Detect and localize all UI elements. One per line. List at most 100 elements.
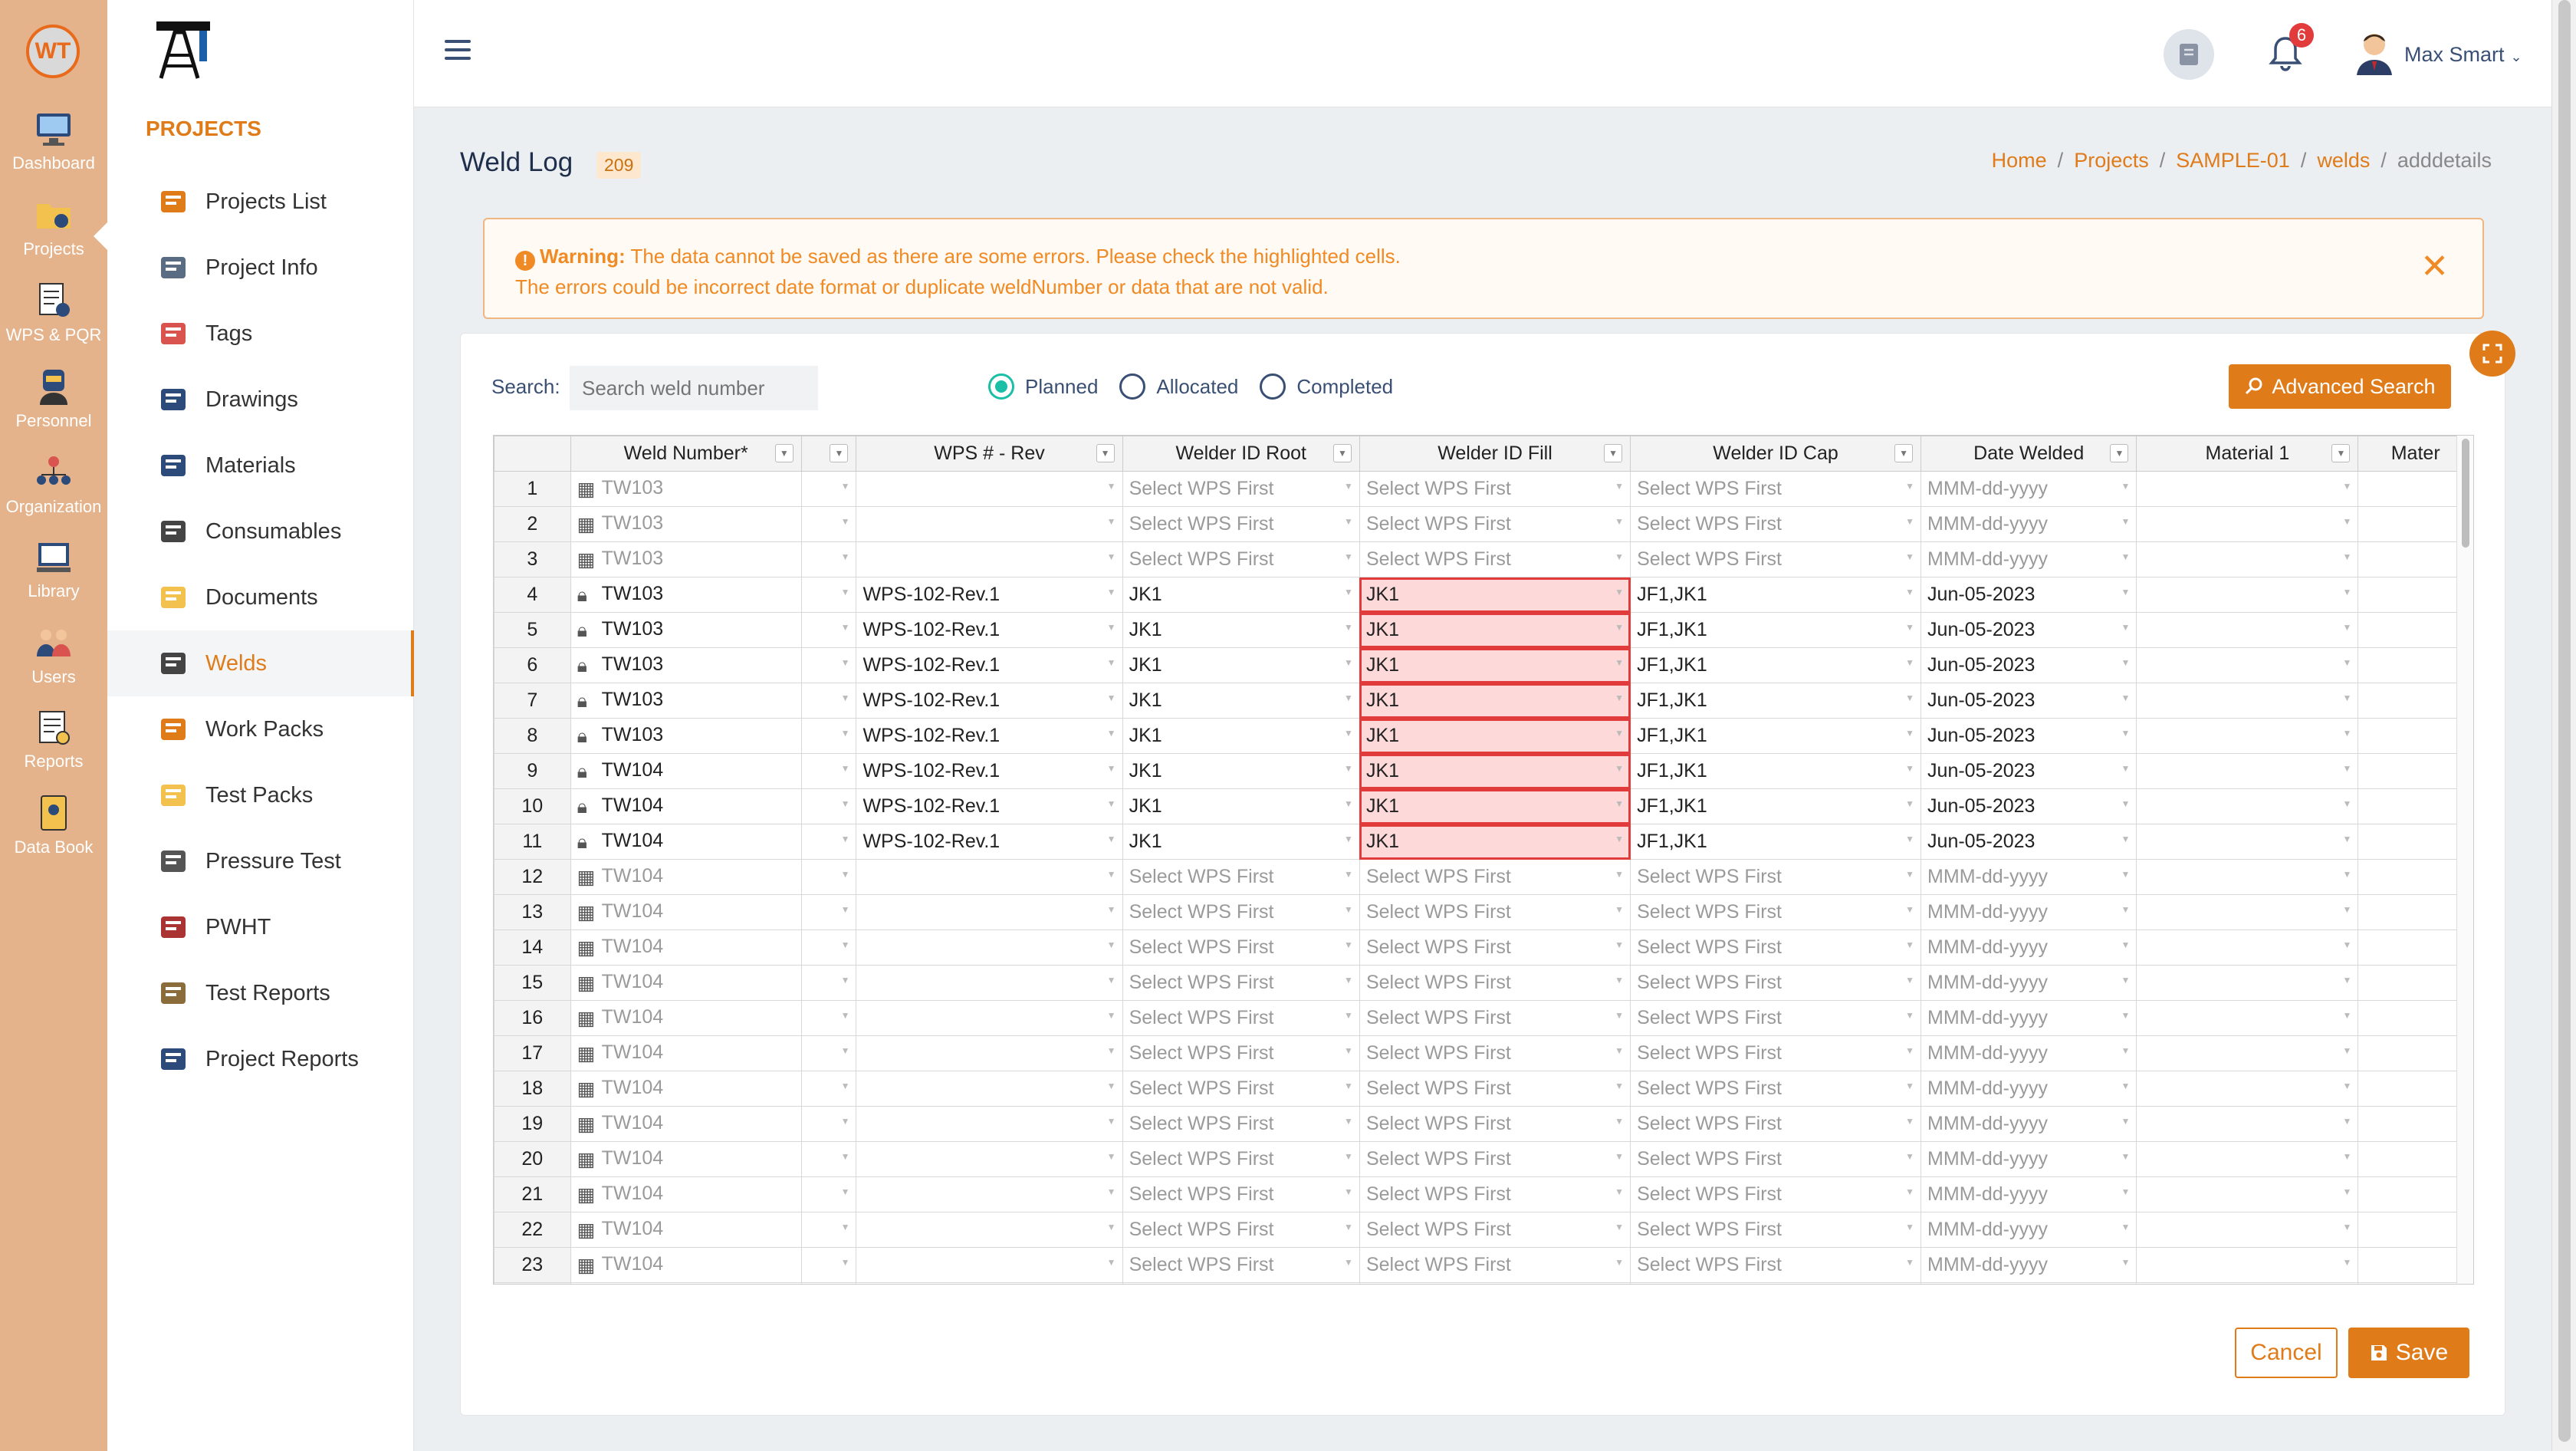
cell-dropdown-icon[interactable]: ▼ — [1615, 798, 1624, 809]
cell-dropdown-icon[interactable]: ▼ — [2121, 728, 2131, 739]
welder-fill-cell[interactable]: JK1 ▼ — [1359, 647, 1631, 683]
weld-number-cell[interactable]: 🔒︎ TW104 — [570, 824, 802, 860]
app-logo[interactable]: WT — [26, 25, 80, 78]
blank-select-cell[interactable]: ▼ — [800, 612, 857, 648]
cell-dropdown-icon[interactable]: ▼ — [1344, 1257, 1353, 1268]
rail-item-projects[interactable]: Projects — [0, 195, 107, 259]
cell-dropdown-icon[interactable]: ▼ — [1107, 693, 1116, 703]
welder-cap-cell[interactable]: Select WPS First ▼ — [1630, 1176, 1922, 1212]
blank-select-cell[interactable]: ▼ — [800, 1106, 857, 1142]
cell-dropdown-icon[interactable]: ▼ — [1344, 1151, 1353, 1162]
blank-select-cell[interactable]: ▼ — [800, 788, 857, 824]
welder-root-cell[interactable]: Select WPS First ▼ — [1122, 1071, 1360, 1107]
cell-dropdown-icon[interactable]: ▼ — [2121, 1010, 2131, 1021]
cell-dropdown-icon[interactable]: ▼ — [1615, 869, 1624, 880]
welder-cap-cell[interactable]: Select WPS First ▼ — [1630, 965, 1922, 1001]
welder-fill-cell[interactable]: Select WPS First ▼ — [1359, 1035, 1631, 1071]
cell-dropdown-icon[interactable]: ▼ — [1344, 904, 1353, 915]
cell-dropdown-icon[interactable]: ▼ — [1905, 834, 1914, 844]
row-number[interactable]: 14 — [494, 929, 571, 966]
fullscreen-icon[interactable] — [2469, 331, 2515, 377]
row-number[interactable]: 5 — [494, 612, 571, 648]
welder-root-cell[interactable]: JK1 ▼ — [1122, 753, 1360, 789]
date-welded-cell[interactable]: MMM-dd-yyyy ▼ — [1921, 929, 2137, 966]
row-number[interactable]: 10 — [494, 788, 571, 824]
sidebar-item-drawings[interactable]: Drawings — [107, 367, 414, 433]
cell-dropdown-icon[interactable]: ▼ — [841, 798, 850, 809]
blank-select-cell[interactable]: ▼ — [800, 965, 857, 1001]
wps-rev-cell[interactable]: WPS-102-Rev.1 ▼ — [856, 577, 1123, 613]
cell-dropdown-icon[interactable]: ▼ — [841, 1257, 850, 1268]
weld-number-cell[interactable]: ▦ TW104 — [570, 1212, 802, 1248]
cell-dropdown-icon[interactable]: ▼ — [841, 1010, 850, 1021]
weld-number-cell[interactable]: 🔒︎ TW103 — [570, 647, 802, 683]
grid-scrollbar[interactable] — [2456, 436, 2473, 1284]
welder-cap-cell[interactable]: Select WPS First ▼ — [1630, 1212, 1922, 1248]
row-number[interactable]: 8 — [494, 718, 571, 754]
cell-dropdown-icon[interactable]: ▼ — [2121, 939, 2131, 950]
blank-select-cell[interactable]: ▼ — [800, 1247, 857, 1283]
cell-dropdown-icon[interactable]: ▼ — [1107, 622, 1116, 633]
column-header[interactable]: Weld Number* ▼ — [570, 436, 802, 472]
cell-dropdown-icon[interactable]: ▼ — [1107, 975, 1116, 985]
material-1-cell[interactable]: ▼ — [2136, 471, 2359, 507]
date-welded-cell[interactable]: Jun-05-2023 ▼ — [1921, 824, 2137, 860]
cell-dropdown-icon[interactable]: ▼ — [1905, 657, 1914, 668]
row-number[interactable]: 7 — [494, 683, 571, 719]
cell-dropdown-icon[interactable]: ▼ — [1344, 869, 1353, 880]
welder-cap-cell[interactable]: JF1,JK1 ▼ — [1630, 683, 1922, 719]
cell-dropdown-icon[interactable]: ▼ — [1615, 1116, 1624, 1127]
cell-dropdown-icon[interactable]: ▼ — [1905, 1081, 1914, 1091]
column-header[interactable]: Welder ID Cap ▼ — [1630, 436, 1922, 472]
material-1-cell[interactable]: ▼ — [2136, 1141, 2359, 1177]
row-number[interactable]: 18 — [494, 1071, 571, 1107]
cell-dropdown-icon[interactable]: ▼ — [841, 834, 850, 844]
wps-rev-cell[interactable]: WPS-102-Rev.1 ▼ — [856, 683, 1123, 719]
weld-number-cell[interactable]: 🔒︎ TW103 — [570, 577, 802, 613]
welder-fill-cell[interactable]: Select WPS First ▼ — [1359, 506, 1631, 542]
material-1-cell[interactable]: ▼ — [2136, 1071, 2359, 1107]
welder-fill-cell[interactable]: Select WPS First ▼ — [1359, 1141, 1631, 1177]
cell-dropdown-icon[interactable]: ▼ — [1905, 763, 1914, 774]
welder-cap-cell[interactable]: Select WPS First ▼ — [1630, 471, 1922, 507]
date-welded-cell[interactable]: MMM-dd-yyyy ▼ — [1921, 1176, 2137, 1212]
date-welded-cell[interactable]: MMM-dd-yyyy ▼ — [1921, 859, 2137, 895]
blank-select-cell[interactable]: ▼ — [800, 683, 857, 719]
cell-dropdown-icon[interactable]: ▼ — [2343, 1081, 2352, 1091]
welder-cap-cell[interactable]: Select WPS First ▼ — [1630, 541, 1922, 577]
welder-fill-cell[interactable]: JK1 ▼ — [1359, 824, 1631, 860]
cell-dropdown-icon[interactable]: ▼ — [2343, 1186, 2352, 1197]
blank-select-cell[interactable]: ▼ — [800, 647, 857, 683]
cell-dropdown-icon[interactable]: ▼ — [1344, 798, 1353, 809]
cell-dropdown-icon[interactable]: ▼ — [1905, 622, 1914, 633]
weld-number-cell[interactable] — [570, 1282, 802, 1284]
cell-dropdown-icon[interactable]: ▼ — [2343, 869, 2352, 880]
breadcrumb-welds[interactable]: welds — [2317, 149, 2370, 172]
blank-select-cell[interactable]: ▼ — [800, 541, 857, 577]
cell-dropdown-icon[interactable]: ▼ — [1107, 904, 1116, 915]
cell-dropdown-icon[interactable]: ▼ — [1615, 939, 1624, 950]
welder-cap-cell[interactable]: Select WPS First ▼ — [1630, 859, 1922, 895]
material-1-cell[interactable]: ▼ — [2136, 718, 2359, 754]
cell-dropdown-icon[interactable]: ▼ — [2343, 763, 2352, 774]
cell-dropdown-icon[interactable]: ▼ — [1107, 939, 1116, 950]
welder-root-cell[interactable]: JK1 ▼ — [1122, 577, 1360, 613]
cell-dropdown-icon[interactable]: ▼ — [1905, 587, 1914, 597]
cell-dropdown-icon[interactable]: ▼ — [1107, 728, 1116, 739]
blank-select-cell[interactable]: ▼ — [800, 894, 857, 930]
cell-dropdown-icon[interactable]: ▼ — [1615, 1081, 1624, 1091]
row-number[interactable]: 3 — [494, 541, 571, 577]
date-welded-cell[interactable]: MMM-dd-yyyy ▼ — [1921, 506, 2137, 542]
cell-dropdown-icon[interactable]: ▼ — [2343, 551, 2352, 562]
weld-number-cell[interactable]: 🔒︎ TW104 — [570, 788, 802, 824]
wps-rev-cell[interactable]: ▼ — [856, 1071, 1123, 1107]
wps-rev-cell[interactable]: ▼ — [856, 1282, 1123, 1284]
welder-cap-cell[interactable]: Select WPS First ▼ — [1630, 1035, 1922, 1071]
cell-dropdown-icon[interactable]: ▼ — [2121, 763, 2131, 774]
cell-dropdown-icon[interactable]: ▼ — [841, 939, 850, 950]
user-menu[interactable]: Max Smart ⌄ — [2404, 43, 2522, 67]
welder-fill-cell[interactable]: Select WPS First ▼ — [1359, 894, 1631, 930]
cancel-button[interactable]: Cancel — [2235, 1328, 2338, 1378]
cell-dropdown-icon[interactable]: ▼ — [1107, 834, 1116, 844]
welder-root-cell[interactable]: JK1 ▼ — [1122, 647, 1360, 683]
